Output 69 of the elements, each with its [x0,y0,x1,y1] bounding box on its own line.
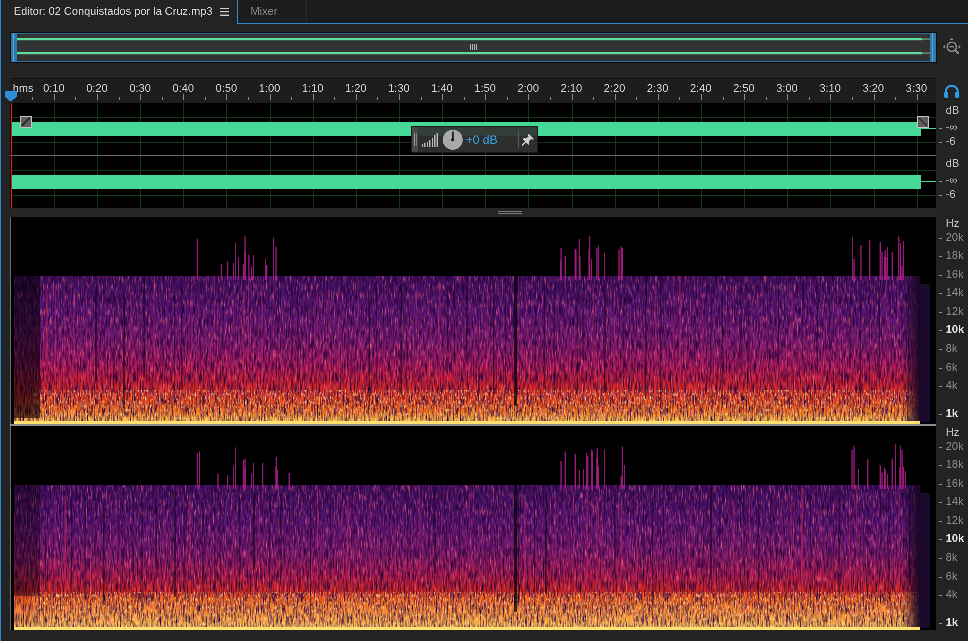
scale-label: 12k [946,306,964,319]
scale-label: 16k [946,478,964,491]
level-bars-icon [422,132,438,146]
knob-icon[interactable] [443,130,463,150]
time-label: 3:30 [906,83,928,96]
scale-label: 20k [946,440,964,454]
scale-label: 4k [946,380,958,394]
zoom-out-icon[interactable] [942,38,962,58]
waveform-panel[interactable]: +0 dB [10,103,936,208]
panel-tab[interactable]: Mixer [238,0,307,23]
time-label: 0:10 [43,83,65,96]
scale-label: 18k [946,250,964,264]
scale-label: 18k [946,459,964,472]
unit-label: dB [946,157,960,171]
scale-label: 10k [946,324,964,338]
scale-label: 1k [946,617,958,630]
range-handle[interactable] [930,33,936,62]
grip-icon[interactable] [412,127,418,152]
scale-label: -∞ [946,122,958,135]
scale-label: 6k [946,570,958,584]
time-label: 1:30 [388,83,410,96]
time-label: 2:20 [604,83,626,96]
range-handle[interactable] [11,33,17,62]
scale-label: -6 [946,189,956,202]
time-ruler[interactable]: hms 0:10 0:20 0:30 0:40 0:50 1:00 1:10 1:20 1:30 1:40 1:50 2:00 2:10 2:20 2:30 2:40 2:50 3:00 3:10 3:20 3:30 [10,78,936,103]
gain-value[interactable]: +0 dB [466,132,498,146]
time-label: 0:20 [86,83,108,96]
scale-label: -6 [946,136,956,149]
time-label: 1:40 [432,83,453,96]
scale-label: 4k [946,589,958,602]
pin-icon[interactable] [522,134,534,146]
time-label: 3:20 [862,83,884,96]
scale-label: 14k [946,287,964,300]
scale-label: 14k [946,496,964,510]
scale-label: 20k [946,232,964,244]
time-label: 1:00 [259,83,280,96]
menu-icon[interactable] [220,8,229,16]
playhead-icon[interactable] [5,91,17,102]
splitter-grip-icon[interactable] [498,211,522,214]
scale-label: -∞ [946,175,958,188]
time-label: 0:40 [172,83,194,96]
time-unit-label: hms [13,83,34,96]
time-label: 0:50 [216,83,238,96]
time-label: 3:00 [776,83,798,96]
time-label: 3:10 [820,83,842,96]
fade-in-icon[interactable] [20,116,32,128]
headphones-icon[interactable] [944,84,960,98]
grip-icon[interactable] [470,44,477,50]
scale-label: 8k [946,552,958,566]
time-label: 2:00 [518,83,540,96]
unit-label: dB [946,104,960,118]
fade-out-icon[interactable] [917,116,929,128]
time-label: 1:20 [345,83,367,96]
unit-label: Hz [946,426,960,440]
scale-label: 6k [946,362,958,375]
scale-label: 16k [946,268,964,282]
panel-tab[interactable]: Editor: 02 Conquistados por la Cruz.mp3 [1,0,238,24]
scale-label: 1k [946,408,958,422]
scale-label: 8k [946,343,958,356]
time-label: 2:40 [690,83,712,96]
time-label: 1:10 [302,83,324,96]
time-label: 2:50 [733,83,755,96]
scale-label: 10k [946,533,964,546]
time-label: 2:30 [647,83,669,96]
time-label: 1:50 [474,83,496,96]
time-label: 0:30 [130,83,152,96]
time-label: 2:10 [560,83,582,96]
unit-label: Hz [946,217,960,231]
scale-label: 12k [946,514,964,528]
